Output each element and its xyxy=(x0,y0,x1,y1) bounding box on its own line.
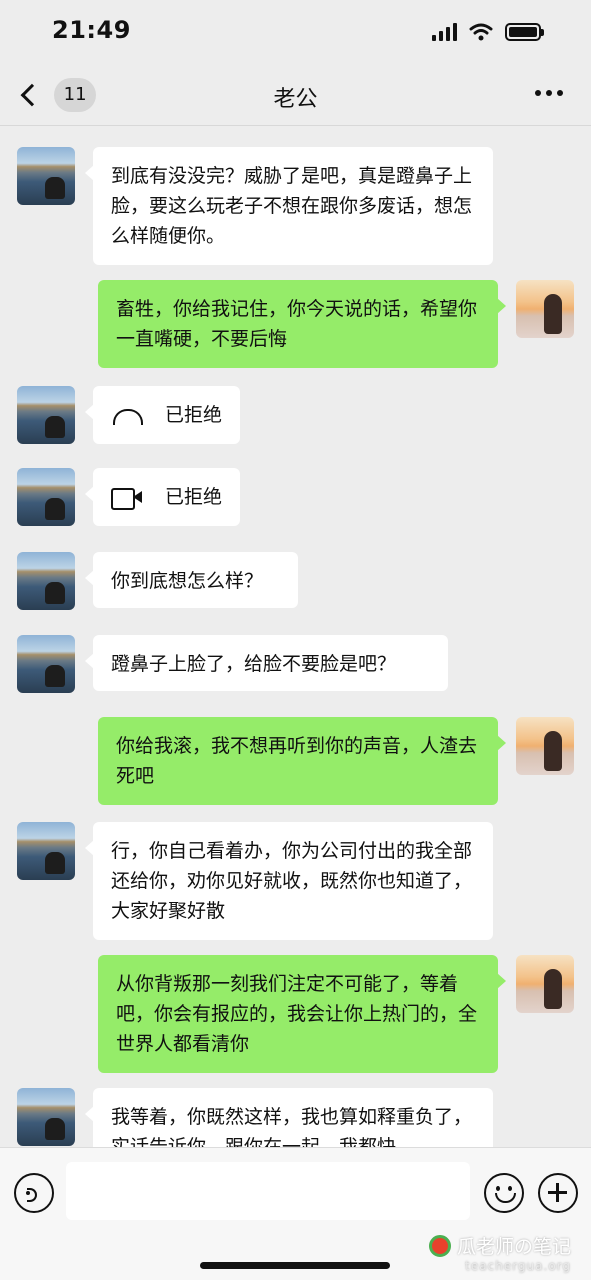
message-incoming: 到底有没没完？威胁了是吧，真是蹬鼻子上脸，要这么玩老子不想在跟你多废话，想怎么样… xyxy=(0,147,591,265)
message-incoming: 蹬鼻子上脸了，给脸不要脸是吧？ xyxy=(0,635,591,693)
call-status-text: 已拒绝 xyxy=(165,404,223,426)
battery-icon xyxy=(505,23,544,41)
home-indicator[interactable] xyxy=(200,1262,390,1269)
message-list[interactable]: 到底有没没完？威胁了是吧，真是蹬鼻子上脸，要这么玩老子不想在跟你多废话，想怎么样… xyxy=(0,127,591,1147)
contact-avatar[interactable] xyxy=(17,1088,75,1146)
watermark-title: 瓜老师の笔记 xyxy=(428,1232,571,1259)
watermark: 瓜老师の笔记 teachergua.org xyxy=(428,1232,571,1273)
message-bubble[interactable]: 你到底想怎么样？ xyxy=(85,552,298,608)
video-call-bubble[interactable]: 已拒绝 xyxy=(85,468,240,526)
message-bubble[interactable]: 蹬鼻子上脸了，给脸不要脸是吧？ xyxy=(85,635,448,691)
emoji-icon[interactable] xyxy=(484,1173,524,1213)
more-options-button[interactable] xyxy=(535,90,563,96)
watermark-url: teachergua.org xyxy=(465,1259,571,1273)
my-avatar[interactable] xyxy=(516,955,574,1013)
voice-input-icon[interactable] xyxy=(14,1173,54,1213)
message-incoming: 我等着，你既然这样，我也算如释重负了，实话告诉你，跟你在一起，我都快 xyxy=(0,1088,591,1147)
contact-avatar[interactable] xyxy=(17,635,75,693)
message-bubble[interactable]: 我等着，你既然这样，我也算如释重负了，实话告诉你，跟你在一起，我都快 xyxy=(85,1088,493,1147)
plus-icon[interactable] xyxy=(538,1173,578,1213)
cellular-signal-icon xyxy=(432,23,457,41)
contact-avatar[interactable] xyxy=(17,147,75,205)
watermark-text: 瓜老师の笔记 xyxy=(456,1236,571,1258)
video-camera-icon xyxy=(111,487,143,510)
message-incoming: 已拒绝 xyxy=(0,386,591,444)
message-bubble[interactable]: 你给我滚，我不想再听到你的声音，人渣去死吧 xyxy=(98,717,506,805)
message-bubble[interactable]: 从你背叛那一刻我们注定不可能了，等着吧，你会有报应的，我会让你上热门的，全世界人… xyxy=(98,955,506,1073)
message-incoming: 你到底想怎么样？ xyxy=(0,552,591,610)
message-outgoing: 你给我滚，我不想再听到你的声音，人渣去死吧 xyxy=(0,717,591,805)
contact-avatar[interactable] xyxy=(17,552,75,610)
status-time: 21:49 xyxy=(52,16,131,44)
contact-avatar[interactable] xyxy=(17,822,75,880)
status-bar: 21:49 xyxy=(0,0,591,64)
message-incoming: 行，你自己看着办，你为公司付出的我全部还给你，劝你见好就收，既然你也知道了，大家… xyxy=(0,822,591,940)
watermelon-logo-icon xyxy=(428,1234,451,1257)
my-avatar[interactable] xyxy=(516,280,574,338)
my-avatar[interactable] xyxy=(516,717,574,775)
message-outgoing: 从你背叛那一刻我们注定不可能了，等着吧，你会有报应的，我会让你上热门的，全世界人… xyxy=(0,955,591,1073)
message-bubble[interactable]: 行，你自己看着办，你为公司付出的我全部还给你，劝你见好就收，既然你也知道了，大家… xyxy=(85,822,493,940)
status-icons xyxy=(432,22,544,42)
message-bubble[interactable]: 到底有没没完？威胁了是吧，真是蹬鼻子上脸，要这么玩老子不想在跟你多废话，想怎么样… xyxy=(85,147,493,265)
voice-call-bubble[interactable]: 已拒绝 xyxy=(85,386,240,444)
wifi-icon xyxy=(469,23,493,41)
message-outgoing: 畜牲，你给我记住，你今天说的话，希望你一直嘴硬，不要后悔 xyxy=(0,280,591,368)
chat-title: 老公 xyxy=(273,87,318,112)
phone-icon xyxy=(111,405,143,425)
message-input[interactable] xyxy=(66,1162,470,1220)
contact-avatar[interactable] xyxy=(17,468,75,526)
contact-avatar[interactable] xyxy=(17,386,75,444)
message-incoming: 已拒绝 xyxy=(0,468,591,526)
message-bubble[interactable]: 畜牲，你给我记住，你今天说的话，希望你一直嘴硬，不要后悔 xyxy=(98,280,506,368)
chat-header: 11 老公 xyxy=(0,64,591,126)
call-status-text: 已拒绝 xyxy=(165,486,223,508)
